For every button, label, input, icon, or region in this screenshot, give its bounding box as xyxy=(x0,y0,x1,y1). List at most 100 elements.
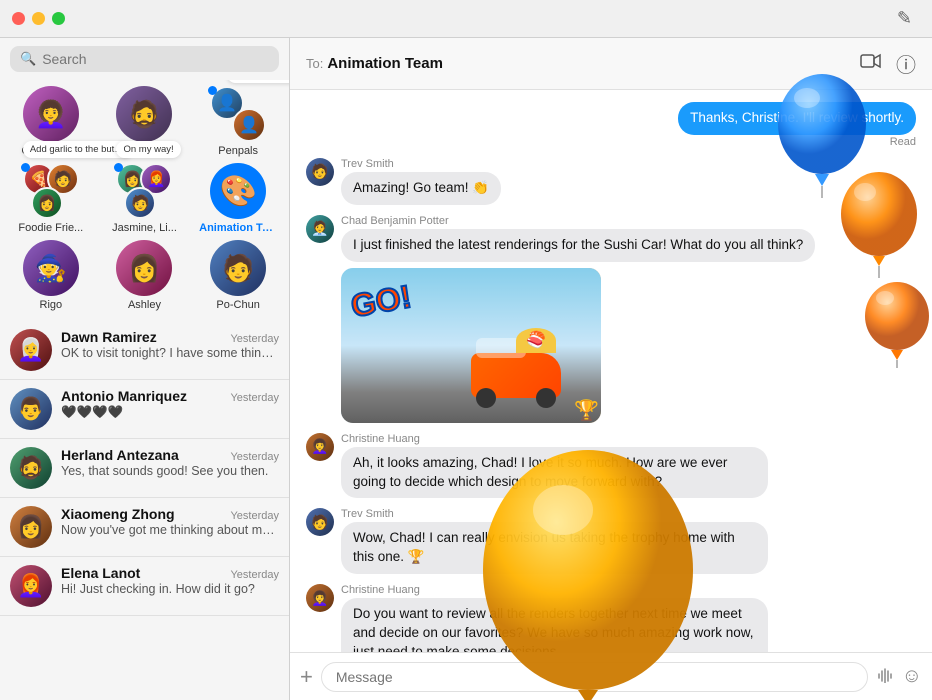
message-content: Christine Huang Ah, it looks amazing, Ch… xyxy=(341,433,768,499)
conversation-time: Yesterday xyxy=(230,510,279,522)
info-icon[interactable]: ⓘ xyxy=(896,49,916,78)
conversation-item-dawn[interactable]: 👩‍🦳 Dawn Ramirez Yesterday OK to visit t… xyxy=(0,321,289,380)
trophy-sticker: 🏆 xyxy=(574,398,599,423)
group-sub-avatar: 👩 xyxy=(31,187,63,219)
conversation-preview: 🖤🖤🖤🖤 xyxy=(61,405,279,420)
sushi-car-image: GO! Z💨 🍣 xyxy=(341,268,815,423)
pinned-contact-pochun[interactable]: 🧑 Po-Chun xyxy=(198,240,278,311)
avatar: 👨 xyxy=(10,388,52,430)
sushi-car-body: 🍣 xyxy=(471,353,561,398)
message-content: Trev Smith Wow, Chad! I can really envis… xyxy=(341,508,768,574)
contact-label: Animation Team xyxy=(199,222,277,234)
pinned-contact-animation[interactable]: 🎨 Animation Team xyxy=(198,163,278,234)
avatar: 🧑 xyxy=(210,240,266,296)
message-input[interactable] xyxy=(321,662,868,692)
unread-indicator xyxy=(21,163,30,172)
app-body: 🔍 👩‍🦱 Olivia & Will xyxy=(0,38,932,700)
video-call-icon[interactable] xyxy=(860,53,882,74)
message-content: Chad Benjamin Potter I just finished the… xyxy=(341,215,815,423)
avatar: 👩 xyxy=(116,240,172,296)
conversation-header: Elena Lanot Yesterday xyxy=(61,565,279,581)
conversation-content: Xiaomeng Zhong Yesterday Now you've got … xyxy=(61,506,279,537)
message-christine-review: 👩‍🦱 Christine Huang Do you want to revie… xyxy=(306,584,916,652)
avatar: 👩‍🦱 xyxy=(23,86,79,142)
conversation-item-xiaomeng[interactable]: 👩 Xiaomeng Zhong Yesterday Now you've go… xyxy=(0,498,289,557)
conversation-time: Yesterday xyxy=(230,333,279,345)
conversation-content: Antonio Manriquez Yesterday 🖤🖤🖤🖤 xyxy=(61,388,279,420)
contact-label: Jasmine, Li... xyxy=(112,222,177,234)
conversation-header: Antonio Manriquez Yesterday xyxy=(61,388,279,404)
avatar: 👩‍🦰 xyxy=(10,565,52,607)
group-sub-avatar: 🧑 xyxy=(124,187,156,219)
conversation-preview: Yes, that sounds good! See you then. xyxy=(61,464,279,478)
audio-message-button[interactable] xyxy=(876,665,894,688)
conversation-header: Dawn Ramirez Yesterday xyxy=(61,329,279,345)
avatar: 🧔 xyxy=(10,447,52,489)
contact-label: Ashley xyxy=(128,299,161,311)
message-bubble: Thanks, Christine. I'll review shortly. xyxy=(678,102,916,135)
chat-panel: To: Animation Team ⓘ Thanks, Christine. … xyxy=(290,38,932,700)
sender-avatar: 👩‍🦱 xyxy=(306,584,334,612)
close-button[interactable] xyxy=(12,12,25,25)
conversation-time: Yesterday xyxy=(230,451,279,463)
conversation-time: Yesterday xyxy=(230,569,279,581)
avatar: 🧔 xyxy=(116,86,172,142)
sender-avatar: 🧑 xyxy=(306,508,334,536)
add-attachment-button[interactable]: + xyxy=(300,664,313,690)
traffic-lights xyxy=(12,12,65,25)
message-bubble: Amazing! Go team! 👏 xyxy=(341,172,501,205)
sender-name: Christine Huang xyxy=(341,584,768,596)
message-trev-wow: 🧑 Trev Smith Wow, Chad! I can really env… xyxy=(306,508,916,574)
title-bar: ✎ xyxy=(0,0,932,38)
header-icons: ⓘ xyxy=(860,49,916,78)
sender-avatar: 👩‍🦱 xyxy=(306,433,334,461)
pinned-row-3: 🧙 Rigo 👩 Ashley xyxy=(4,240,285,311)
message-preview-bubble: On my way! xyxy=(116,141,180,158)
message-trev-amazing: 🧑 Trev Smith Amazing! Go team! 👏 xyxy=(306,158,916,205)
compose-button[interactable]: ✎ xyxy=(897,8,912,29)
contact-label: Foodie Frie... xyxy=(18,222,83,234)
contact-label: Rigo xyxy=(40,299,63,311)
conversation-name: Antonio Manriquez xyxy=(61,388,187,404)
avatar: 🧙 xyxy=(23,240,79,296)
sender-avatar: 🧑‍💼 xyxy=(306,215,334,243)
conversation-item-elena[interactable]: 👩‍🦰 Elena Lanot Yesterday Hi! Just check… xyxy=(0,557,289,616)
search-icon: 🔍 xyxy=(20,51,36,67)
message-christine-amazing: 👩‍🦱 Christine Huang Ah, it looks amazing… xyxy=(306,433,916,499)
sidebar: 🔍 👩‍🦱 Olivia & Will xyxy=(0,38,290,700)
pinned-contact-jasmine[interactable]: 👩 👩‍🦰 🧑 On my way! Jasmine, Li... xyxy=(104,163,184,234)
message-bubble: Wow, Chad! I can really envision us taki… xyxy=(341,522,768,574)
group-sub-avatar: 👤 xyxy=(232,108,266,142)
conversation-item-herland[interactable]: 🧔 Herland Antezana Yesterday Yes, that s… xyxy=(0,439,289,498)
pinned-contact-rigo[interactable]: 🧙 Rigo xyxy=(11,240,91,311)
chat-header: To: Animation Team ⓘ xyxy=(290,38,932,90)
conversation-header: Xiaomeng Zhong Yesterday xyxy=(61,506,279,522)
pinned-contact-ashley[interactable]: 👩 Ashley xyxy=(104,240,184,311)
message-bubble: I just finished the latest renderings fo… xyxy=(341,229,815,262)
chat-messages: Thanks, Christine. I'll review shortly. … xyxy=(290,90,932,652)
pinned-contact-penpals[interactable]: 👤 👤 We had a great time. Home with... Pe… xyxy=(198,86,278,157)
message-outgoing-thanks: Thanks, Christine. I'll review shortly. … xyxy=(306,102,916,148)
message-chad-sushi: 🧑‍💼 Chad Benjamin Potter I just finished… xyxy=(306,215,916,423)
search-bar[interactable]: 🔍 xyxy=(10,46,279,72)
conversation-time: Yesterday xyxy=(230,392,279,404)
message-bubble: Do you want to review all the renders to… xyxy=(341,598,768,652)
sender-name: Trev Smith xyxy=(341,158,501,170)
avatar: 👩‍🦳 xyxy=(10,329,52,371)
sender-avatar: 🧑 xyxy=(306,158,334,186)
pinned-row-2: 🍕 🧑 👩 Add garlic to the butter, and then… xyxy=(4,163,285,234)
sender-name: Chad Benjamin Potter xyxy=(341,215,815,227)
emoji-button[interactable]: ☺ xyxy=(902,665,922,688)
minimize-button[interactable] xyxy=(32,12,45,25)
pinned-contact-foodie[interactable]: 🍕 🧑 👩 Add garlic to the butter, and then… xyxy=(11,163,91,234)
conversation-item-antonio[interactable]: 👨 Antonio Manriquez Yesterday 🖤🖤🖤🖤 xyxy=(0,380,289,439)
conversation-preview: Now you've got me thinking about my next… xyxy=(61,523,279,537)
maximize-button[interactable] xyxy=(52,12,65,25)
message-content: Christine Huang Do you want to review al… xyxy=(341,584,768,652)
conversation-preview: Hi! Just checking in. How did it go? xyxy=(61,582,279,596)
chat-title: Animation Team xyxy=(327,55,443,72)
conversation-name: Elena Lanot xyxy=(61,565,140,581)
conversation-content: Dawn Ramirez Yesterday OK to visit tonig… xyxy=(61,329,279,361)
search-input[interactable] xyxy=(42,51,269,67)
conversation-name: Xiaomeng Zhong xyxy=(61,506,175,522)
